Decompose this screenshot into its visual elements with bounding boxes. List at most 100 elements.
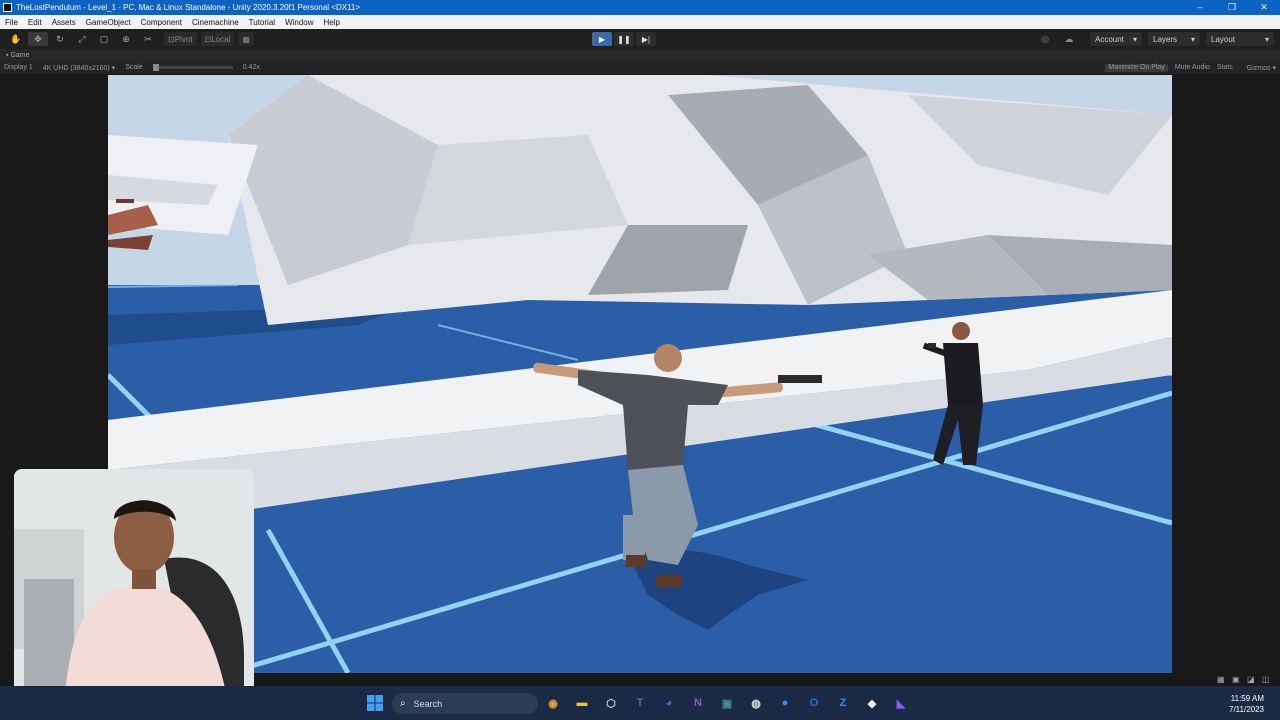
obs-icon[interactable]: ◍ xyxy=(745,692,767,714)
account-dropdown[interactable]: Account ▾ xyxy=(1090,32,1142,46)
scale-slider-handle[interactable] xyxy=(152,64,159,71)
scale-slider[interactable] xyxy=(152,64,233,71)
move-icon: ✥ xyxy=(34,33,42,44)
window-title: TheLostPendulum - Level_1 - PC, Mac & Li… xyxy=(16,3,361,12)
resolution-dropdown[interactable]: 4K UHD (3840x2160) ▾ xyxy=(43,64,115,72)
gizmos-toggle[interactable]: Gizmos ▾ xyxy=(1240,64,1276,72)
snap-toggle[interactable]: ▦ xyxy=(238,32,254,46)
pivot-label: Pivot xyxy=(174,34,193,44)
mute-audio-toggle[interactable]: Mute Audio xyxy=(1175,64,1210,72)
clock-time: 11:59 AM xyxy=(1230,694,1264,703)
unity-hub-icon[interactable]: ⬡ xyxy=(600,692,622,714)
menu-file[interactable]: File xyxy=(0,18,23,27)
tab-game-label: Game xyxy=(10,51,30,59)
menu-help[interactable]: Help xyxy=(319,18,345,27)
scale-label: Scale xyxy=(125,64,143,71)
services-button[interactable]: ◎ xyxy=(1036,32,1054,46)
taskbar-apps: ◉ ▬ ⬡ T ◕ N ▣ ◍ ● O Z ◆ ◣ xyxy=(542,692,919,714)
collab-icon[interactable]: ◪ xyxy=(1247,675,1259,685)
grid-snap-icon: ▦ xyxy=(242,34,250,44)
terminal-icon[interactable]: ▣ xyxy=(716,692,738,714)
tab-game[interactable]: ▪ Game xyxy=(6,52,30,59)
rotate-tool-button[interactable]: ↻ xyxy=(50,32,70,46)
menu-tutorial[interactable]: Tutorial xyxy=(244,18,280,27)
taskbar-search[interactable]: ⌕ Search xyxy=(392,693,538,714)
tab-bar: ▪ Game xyxy=(0,49,1280,61)
account-label: Account xyxy=(1095,34,1124,44)
chevron-down-icon: ▾ xyxy=(1264,34,1269,44)
zoom-icon[interactable]: Z xyxy=(832,692,854,714)
pause-icon: ❚❚ xyxy=(617,34,631,44)
teams-icon[interactable]: T xyxy=(629,692,651,714)
game-view-toolbar: Display 1 4K UHD (3840x2160) ▾ Scale 0.4… xyxy=(0,61,1280,74)
layout-label: Layout xyxy=(1211,34,1236,44)
chevron-down-icon: ▾ xyxy=(1190,34,1195,44)
unity-logo-icon xyxy=(3,3,12,12)
close-button[interactable]: ✕ xyxy=(1248,0,1280,15)
menu-window[interactable]: Window xyxy=(280,18,318,27)
step-button[interactable]: ▶| xyxy=(636,32,656,46)
move-tool-button[interactable]: ✥ xyxy=(28,32,48,46)
scale-tool-button[interactable]: ⤢ xyxy=(72,32,92,46)
menu-cinemachine[interactable]: Cinemachine xyxy=(187,18,244,27)
lighting-icon[interactable]: ◫ xyxy=(1262,675,1274,685)
faceted-structure xyxy=(108,75,1172,325)
menu-assets[interactable]: Assets xyxy=(47,18,81,27)
play-icon: ▶ xyxy=(598,34,606,44)
custom-tool-icon: ✂ xyxy=(144,33,152,44)
game-viewport[interactable] xyxy=(108,75,1172,673)
pause-button[interactable]: ❚❚ xyxy=(614,32,634,46)
discord-icon[interactable]: ◕ xyxy=(658,692,680,714)
stats-toggle[interactable]: Stats xyxy=(1217,64,1233,72)
layers-dropdown[interactable]: Layers ▾ xyxy=(1148,32,1200,46)
play-button[interactable]: ▶ xyxy=(592,32,612,46)
maximize-button[interactable]: ❐ xyxy=(1216,0,1248,15)
scale-value: 0.42x xyxy=(242,64,260,71)
services-icon: ◎ xyxy=(1041,33,1049,44)
transform-icon: ⊕ xyxy=(122,33,130,44)
minimize-button[interactable]: – xyxy=(1184,0,1216,15)
visual-studio-2-icon[interactable]: ◣ xyxy=(890,692,912,714)
chevron-down-icon: ▾ xyxy=(1132,34,1137,44)
step-icon: ▶| xyxy=(641,34,651,44)
rect-tool-button[interactable]: ▢ xyxy=(94,32,114,46)
rect-icon: ▢ xyxy=(99,33,109,44)
transform-tool-button[interactable]: ⊕ xyxy=(116,32,136,46)
menu-bar: File Edit Assets GameObject Component Ci… xyxy=(0,15,1280,29)
local-icon: ⊡ xyxy=(204,34,212,44)
menu-edit[interactable]: Edit xyxy=(23,18,47,27)
custom-tool-button[interactable]: ✂ xyxy=(138,32,158,46)
windows-start-icon[interactable] xyxy=(367,695,383,711)
cloud-button[interactable]: ☁ xyxy=(1060,32,1078,46)
scale-icon: ⤢ xyxy=(78,33,86,44)
hand-tool-button[interactable]: ✋ xyxy=(6,32,26,46)
editor-status-icons: ▦ ▣ ◪ ◫ xyxy=(1214,675,1274,685)
pivot-toggle[interactable]: ⊡ Pivot xyxy=(164,32,197,46)
file-explorer-icon[interactable]: ▬ xyxy=(571,692,593,714)
local-label: Local xyxy=(211,34,231,44)
chrome-icon[interactable]: ◉ xyxy=(542,692,564,714)
menu-gameobject[interactable]: GameObject xyxy=(81,18,136,27)
windows-taskbar: ⌕ Search ◉ ▬ ⬡ T ◕ N ▣ ◍ ● O Z ◆ ◣ 11:59 AM 7/11/202… xyxy=(0,686,1280,720)
layout-dropdown[interactable]: Layout ▾ xyxy=(1206,32,1274,46)
layers-label: Layers xyxy=(1153,34,1178,44)
hand-icon: ✋ xyxy=(10,33,22,44)
progress-icon[interactable]: ▣ xyxy=(1232,675,1244,685)
unity-icon[interactable]: ◆ xyxy=(861,692,883,714)
search-icon: ⌕ xyxy=(400,698,406,709)
outlook-icon[interactable]: O xyxy=(803,692,825,714)
resolution-label: 4K UHD (3840x2160) xyxy=(42,64,110,72)
cloud-icon: ☁ xyxy=(1064,33,1074,44)
clock-date: 7/11/2023 xyxy=(1229,705,1264,714)
local-toggle[interactable]: ⊡ Local xyxy=(200,32,235,46)
system-clock[interactable]: 11:59 AM 7/11/2023 xyxy=(1229,693,1264,715)
webcam-overlay xyxy=(14,469,254,709)
maximize-on-play-toggle[interactable]: Maximize On Play xyxy=(1105,63,1168,72)
rotate-icon: ↻ xyxy=(56,33,64,44)
menu-component[interactable]: Component xyxy=(136,18,187,27)
console-icon[interactable]: ▦ xyxy=(1217,675,1229,685)
maps-icon[interactable]: ● xyxy=(774,692,796,714)
gizmos-label: Gizmos xyxy=(1246,64,1271,72)
display-dropdown[interactable]: Display 1 xyxy=(4,64,33,71)
visual-studio-icon[interactable]: N xyxy=(687,692,709,714)
